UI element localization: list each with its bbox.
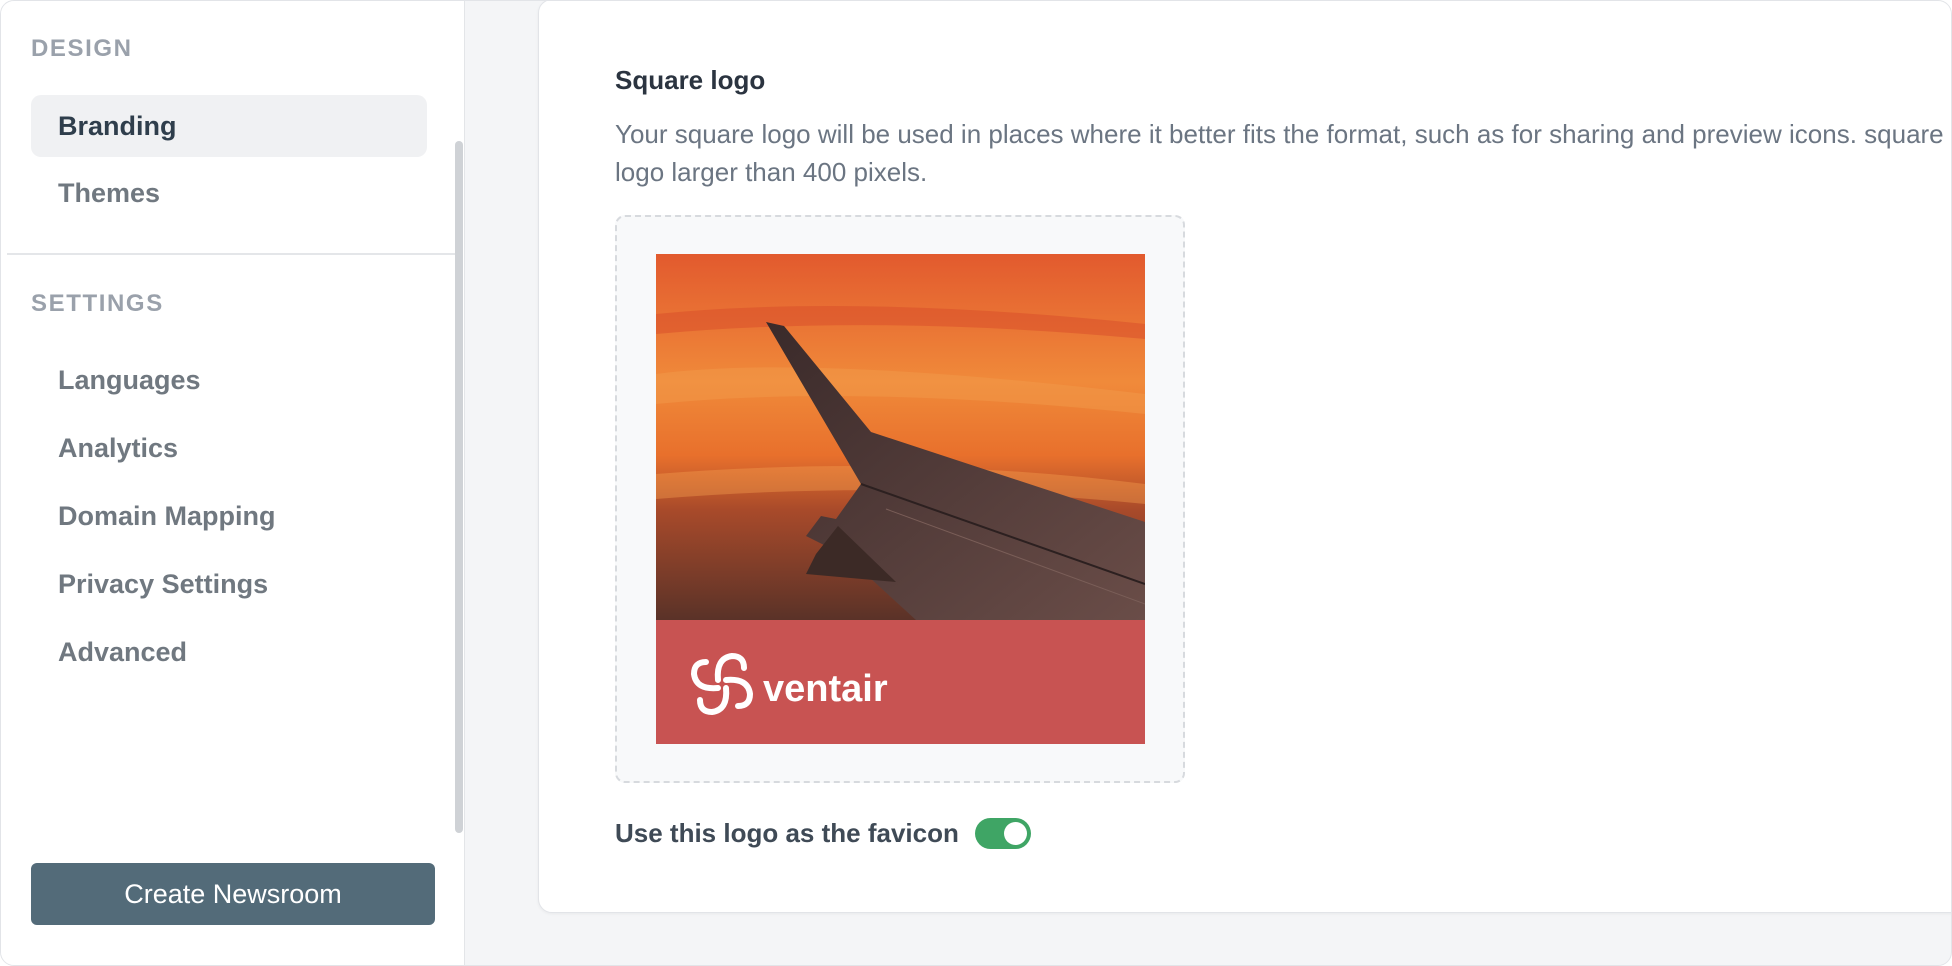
section-title-settings: SETTINGS [31,290,164,317]
settings-sidebar: DESIGN Branding Themes SETTINGS Language… [1,1,465,965]
favicon-toggle[interactable] [974,817,1031,849]
create-newsroom-button[interactable]: Create Newsroom [31,863,435,925]
sidebar-item-privacy-settings[interactable]: Privacy Settings [31,553,427,615]
sidebar-item-advanced[interactable]: Advanced [31,621,427,683]
square-logo-description: Your square logo will be used in places … [615,119,1952,187]
sidebar-item-domain-mapping[interactable]: Domain Mapping [31,485,427,547]
favicon-label: Use this logo as the favicon [615,817,959,848]
ventair-brand-text: ventair [763,668,888,710]
toggle-knob [1003,821,1027,845]
sidebar-item-themes[interactable]: Themes [31,162,427,224]
app-window: DESIGN Branding Themes SETTINGS Language… [0,0,1952,966]
sidebar-scrollbar[interactable] [455,141,463,833]
sidebar-item-branding[interactable]: Branding [31,95,427,157]
sidebar-item-languages[interactable]: Languages [31,349,427,411]
favicon-setting-row: Use this logo as the favicon [615,813,1031,853]
square-logo-image: ventair [656,254,1145,744]
sidebar-divider [7,253,457,255]
sidebar-item-analytics[interactable]: Analytics [31,417,427,479]
section-title-design: DESIGN [31,35,133,62]
square-logo-title: Square logo [615,65,766,95]
